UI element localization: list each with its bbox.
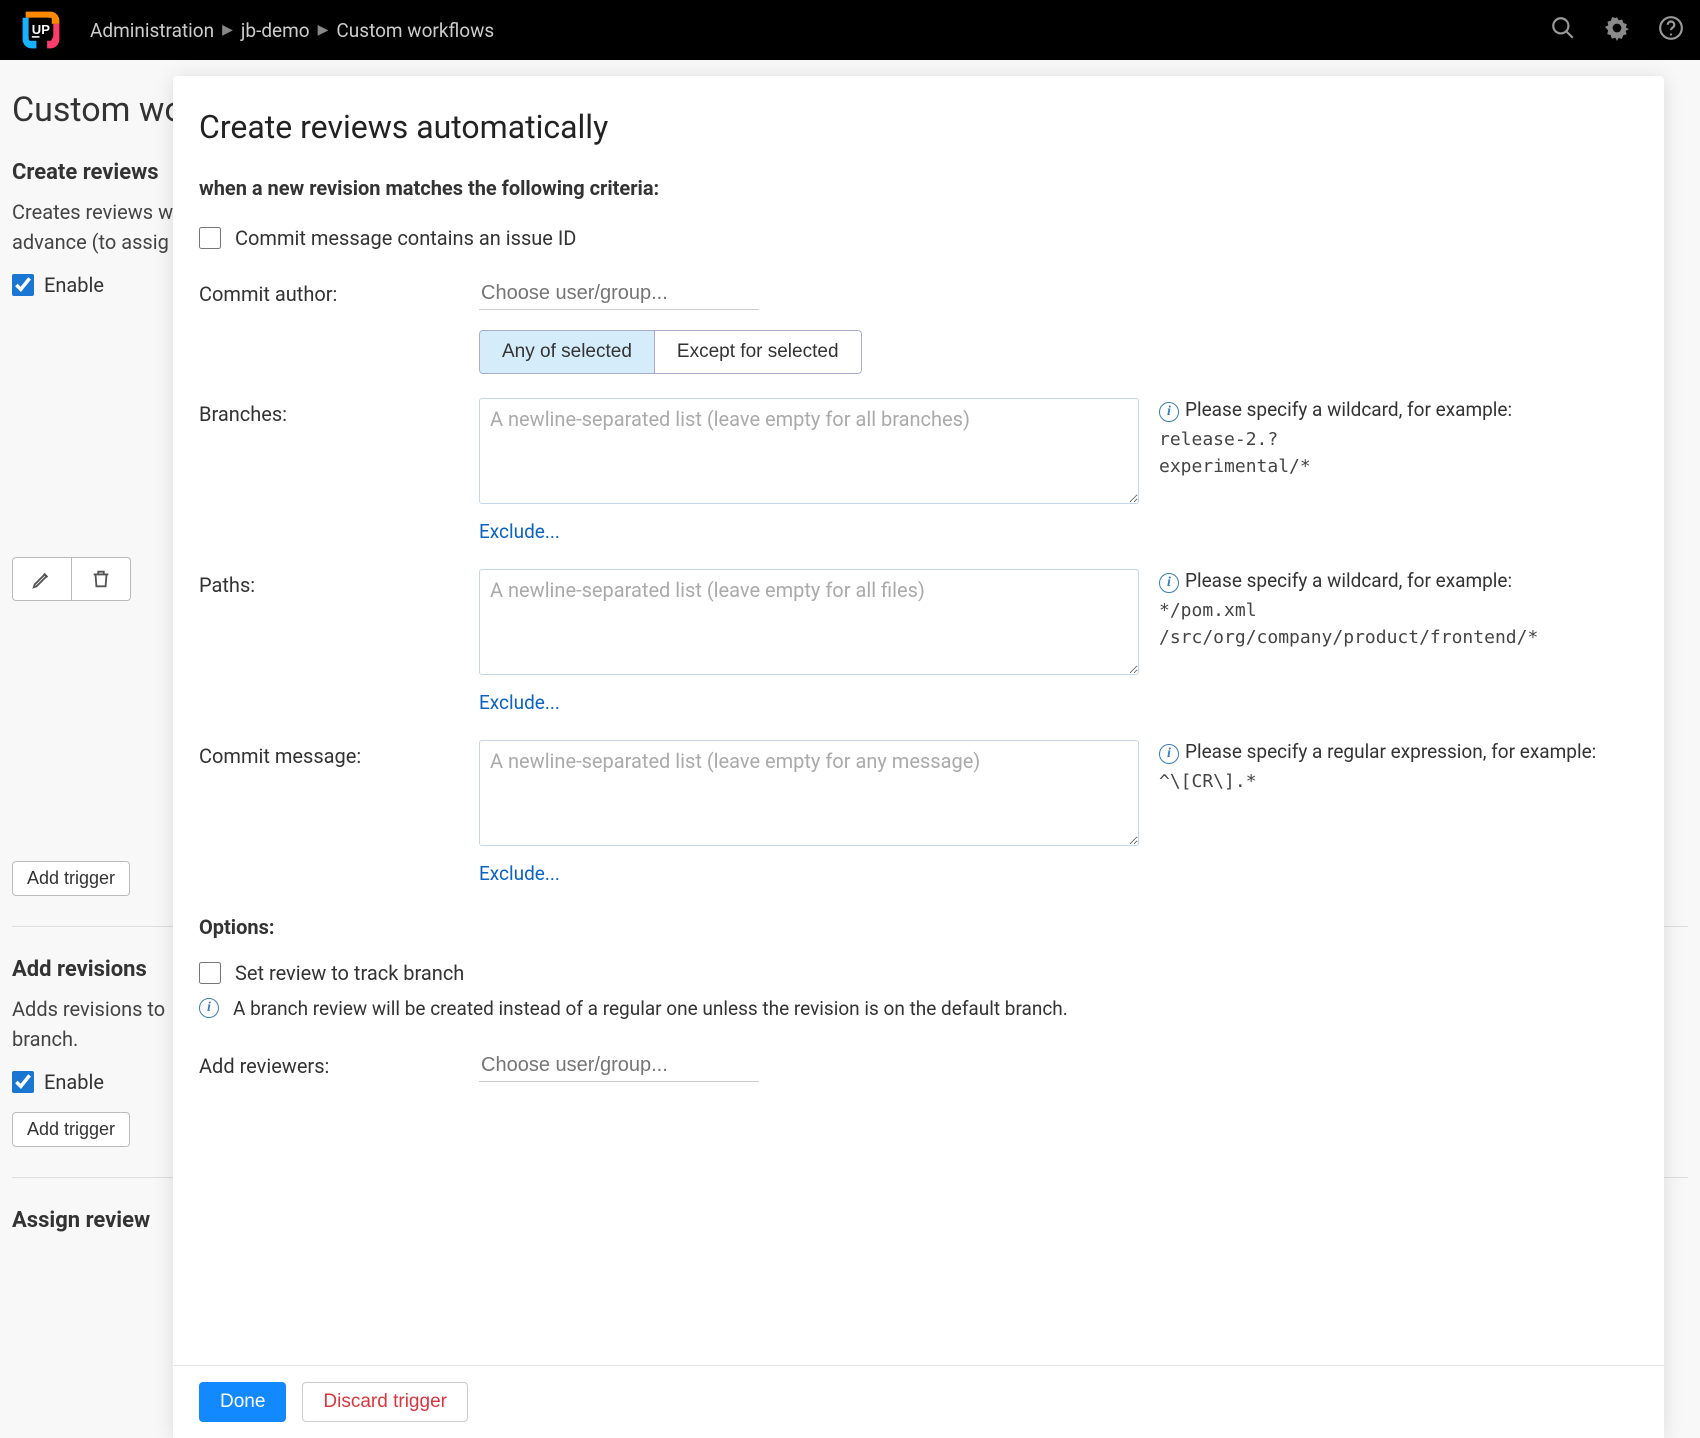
commit-author-label: Commit author: [199,278,479,306]
segment-any-of-selected[interactable]: Any of selected [480,331,654,373]
branches-label: Branches: [199,398,479,426]
enable-checkbox-input[interactable] [12,274,34,296]
breadcrumb: Administration ▶ jb-demo ▶ Custom workfl… [90,19,494,42]
paths-label: Paths: [199,569,479,597]
enable-checkbox-input-2[interactable] [12,1071,34,1093]
add-trigger-button-2[interactable]: Add trigger [12,1112,130,1147]
info-icon: i [199,998,219,1018]
add-reviewers-label: Add reviewers: [199,1050,479,1078]
modal-footer: Done Discard trigger [173,1365,1664,1438]
track-branch-info: i A branch review will be created instea… [199,997,1638,1020]
paths-exclude-link[interactable]: Exclude... [479,691,560,714]
create-reviews-modal: Create reviews automatically when a new … [173,76,1664,1438]
options-title: Options: [199,915,1638,939]
chevron-right-icon: ▶ [318,22,329,38]
done-button[interactable]: Done [199,1382,286,1422]
commit-author-chooser[interactable] [479,278,759,310]
search-icon[interactable] [1550,15,1576,46]
branches-textarea[interactable] [479,398,1139,504]
branches-exclude-link[interactable]: Exclude... [479,520,560,543]
gear-icon[interactable] [1604,15,1630,46]
help-icon[interactable] [1658,15,1684,46]
delete-icon-button[interactable] [72,557,131,601]
paths-hint: iPlease specify a wildcard, for example:… [1139,569,1638,648]
chevron-right-icon: ▶ [222,22,233,38]
commit-message-exclude-link[interactable]: Exclude... [479,862,560,885]
commit-message-label: Commit message: [199,740,479,768]
modal-title: Create reviews automatically [199,108,1638,146]
add-reviewers-chooser[interactable] [479,1050,759,1082]
svg-text:UP: UP [32,22,50,37]
author-filter-segmented: Any of selected Except for selected [479,330,862,374]
commit-issue-checkbox-input[interactable] [199,227,221,249]
commit-message-hint: iPlease specify a regular expression, fo… [1139,740,1638,792]
info-icon: i [1159,573,1179,593]
branches-hint: iPlease specify a wildcard, for example:… [1139,398,1638,477]
commit-issue-checkbox[interactable]: Commit message contains an issue ID [199,226,1638,250]
edit-icon-button[interactable] [12,557,72,601]
breadcrumb-jb-demo[interactable]: jb-demo [241,19,310,42]
info-icon: i [1159,402,1179,422]
discard-trigger-button[interactable]: Discard trigger [302,1382,468,1422]
commit-message-textarea[interactable] [479,740,1139,846]
track-branch-checkbox-input[interactable] [199,962,221,984]
modal-subtitle: when a new revision matches the followin… [199,176,1638,200]
app-header: UP Administration ▶ jb-demo ▶ Custom wor… [0,0,1700,60]
track-branch-checkbox[interactable]: Set review to track branch [199,961,1638,985]
info-icon: i [1159,744,1179,764]
breadcrumb-custom-workflows[interactable]: Custom workflows [336,19,494,42]
app-logo[interactable]: UP [16,5,66,55]
add-trigger-button[interactable]: Add trigger [12,861,130,896]
segment-except-for-selected[interactable]: Except for selected [654,331,861,373]
breadcrumb-administration[interactable]: Administration [90,19,214,42]
paths-textarea[interactable] [479,569,1139,675]
